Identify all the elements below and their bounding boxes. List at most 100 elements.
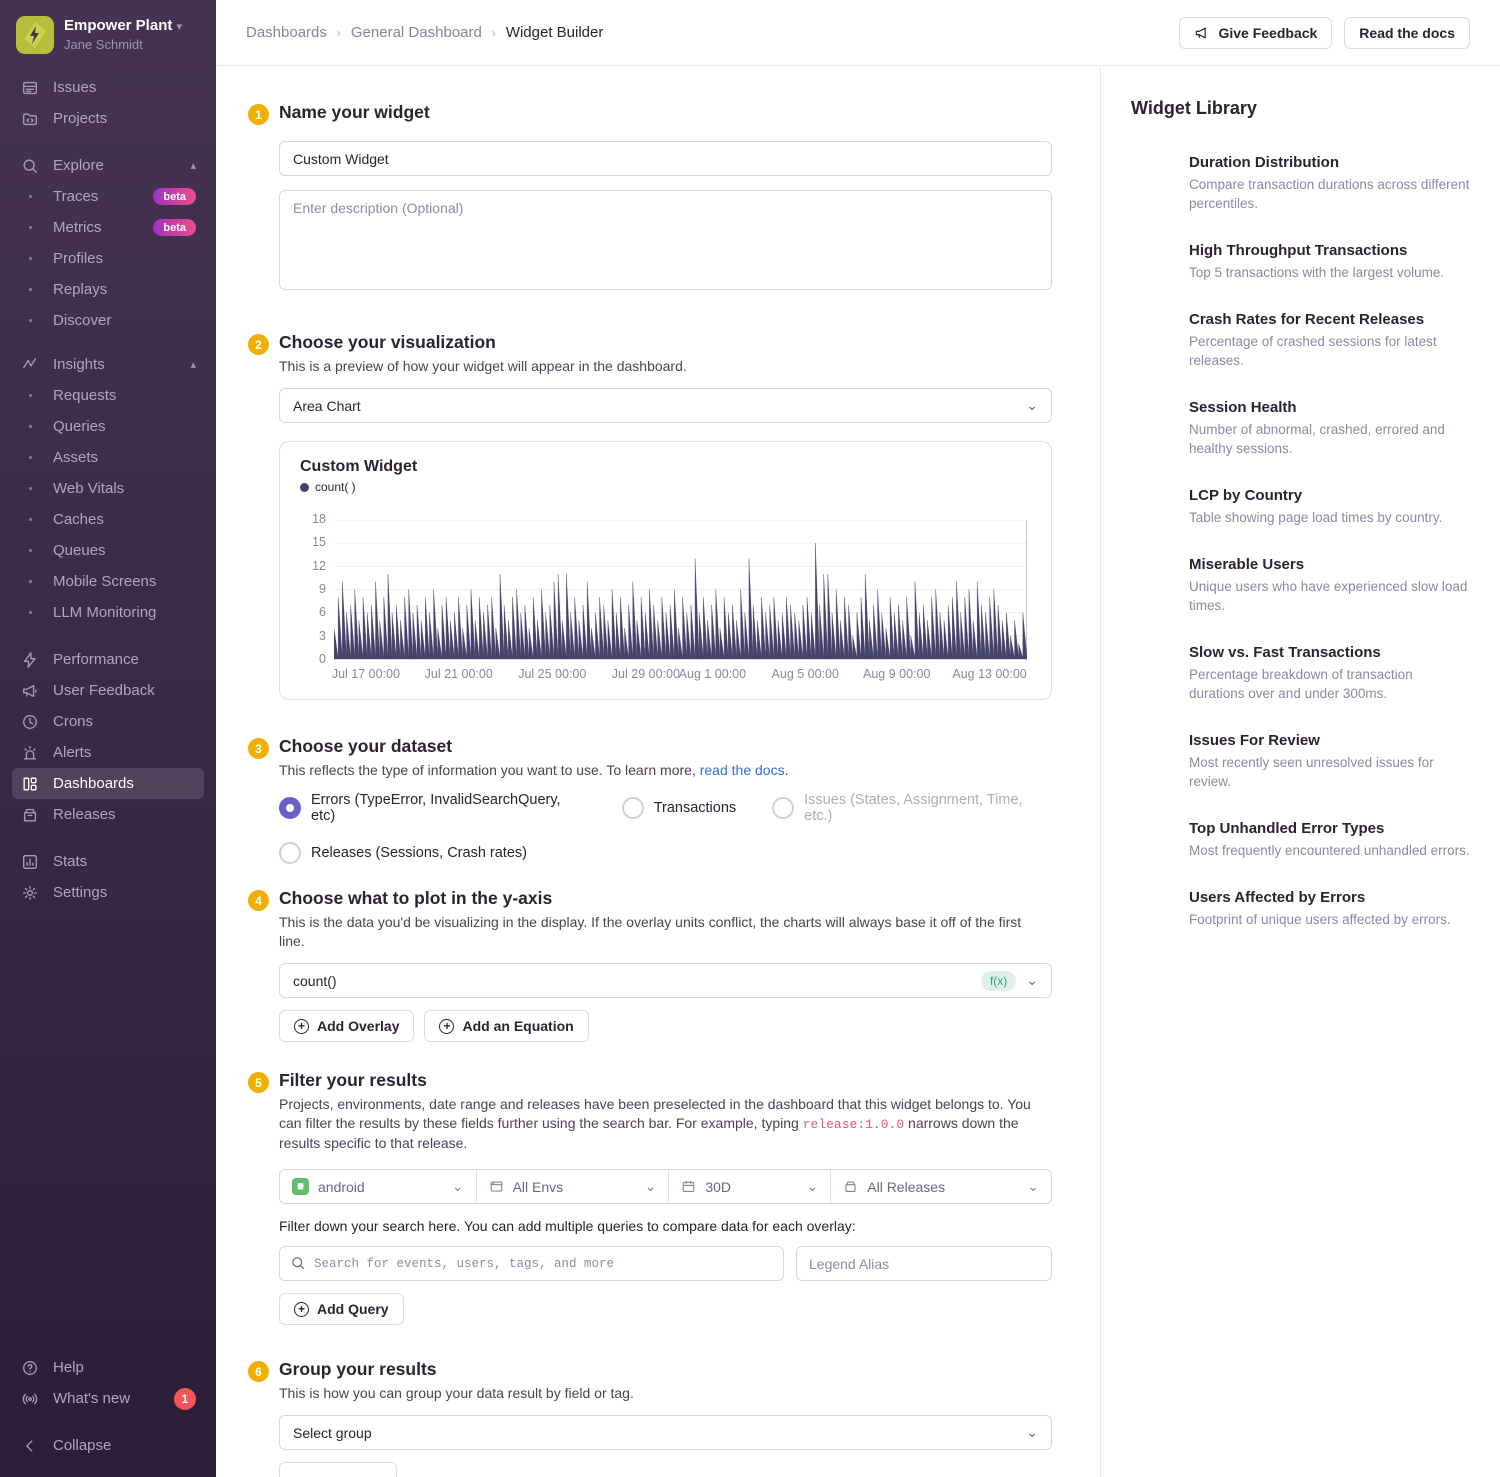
chevron-down-icon: ⌄: [452, 1178, 464, 1195]
sidebar-collapse-button[interactable]: Collapse: [12, 1430, 204, 1461]
read-the-docs-link[interactable]: read the docs: [700, 762, 785, 778]
step-filter-results: 5 Filter your results Projects, environm…: [248, 1070, 1052, 1325]
library-item-issues-for-review[interactable]: Issues For ReviewMost recently seen unre…: [1131, 731, 1470, 791]
sidebar-item-replays[interactable]: Replays: [12, 274, 204, 305]
library-item-users-affected[interactable]: Users Affected by ErrorsFootprint of uni…: [1131, 888, 1470, 929]
environment-filter[interactable]: All Envs ⌄: [477, 1170, 670, 1203]
y-axis-function-select[interactable]: count() f(x) ⌄: [279, 963, 1052, 998]
sidebar-item-queries[interactable]: Queries: [12, 411, 204, 442]
bar-chart-icon: [1131, 643, 1171, 683]
radio-selected[interactable]: [279, 797, 301, 819]
sidebar-item-caches[interactable]: Caches: [12, 504, 204, 535]
step-number-badge: 5: [248, 1072, 269, 1093]
megaphone-icon: [1194, 25, 1210, 41]
step-subtitle: This is a preview of how your widget wil…: [279, 357, 1052, 376]
give-feedback-button[interactable]: Give Feedback: [1179, 17, 1332, 49]
filter-hint-text: Filter down your search here. You can ad…: [279, 1218, 1052, 1234]
step-title: Group your results: [279, 1359, 1052, 1380]
sidebar-item-assets[interactable]: Assets: [12, 442, 204, 473]
read-the-docs-button[interactable]: Read the docs: [1344, 17, 1470, 49]
chevron-down-icon: ⌄: [1027, 1178, 1039, 1195]
gear-icon: [20, 884, 40, 902]
legend-alias-input[interactable]: [796, 1246, 1052, 1281]
sidebar-item-help[interactable]: Help: [12, 1352, 204, 1383]
siren-icon: [20, 744, 40, 762]
visualization-select[interactable]: Area Chart ⌄: [279, 388, 1052, 423]
group-select[interactable]: Select group ⌄: [279, 1415, 1052, 1450]
sidebar-item-mobile-screens[interactable]: Mobile Screens: [12, 566, 204, 597]
search-icon: [290, 1255, 306, 1271]
org-switcher[interactable]: Empower Plant ▾ Jane Schmidt: [12, 14, 204, 72]
sidebar-item-dashboards[interactable]: Dashboards: [12, 768, 204, 799]
legend-dot: [300, 483, 309, 492]
sidebar-item-metrics[interactable]: Metrics beta: [12, 212, 204, 243]
library-item-slow-vs-fast[interactable]: Slow vs. Fast TransactionsPercentage bre…: [1131, 643, 1470, 703]
sidebar-item-llm-monitoring[interactable]: LLM Monitoring: [12, 597, 204, 628]
sidebar-item-traces[interactable]: Traces beta: [12, 181, 204, 212]
line-chart-icon: [1131, 888, 1171, 928]
search-icon: [20, 157, 40, 175]
dataset-option-errors[interactable]: Errors (TypeError, InvalidSearchQuery, e…: [279, 792, 586, 824]
step-group-results: 6 Group your results This is how you can…: [248, 1359, 1052, 1477]
sidebar-item-profiles[interactable]: Profiles: [12, 243, 204, 274]
step-number-badge: 6: [248, 1361, 269, 1382]
radio[interactable]: [622, 797, 644, 819]
sidebar-item-requests[interactable]: Requests: [12, 380, 204, 411]
clock-icon: [20, 713, 40, 731]
library-item-crash-rates[interactable]: Crash Rates for Recent ReleasesPercentag…: [1131, 310, 1470, 370]
chevron-down-icon: ⌄: [1026, 972, 1038, 989]
widget-description-input[interactable]: [279, 190, 1052, 290]
sidebar-item-queues[interactable]: Queues: [12, 535, 204, 566]
widget-name-input[interactable]: [279, 141, 1052, 176]
sidebar-item-crons[interactable]: Crons: [12, 706, 204, 737]
breadcrumb-dashboards[interactable]: Dashboards: [246, 24, 327, 41]
sidebar-item-alerts[interactable]: Alerts: [12, 737, 204, 768]
chevron-down-icon: ⌄: [1026, 397, 1038, 414]
date-range-filter[interactable]: 30D ⌄: [669, 1170, 831, 1203]
add-query-button[interactable]: + Add Query: [279, 1293, 404, 1325]
release-filter[interactable]: All Releases ⌄: [831, 1170, 1051, 1203]
sidebar-item-user-feedback[interactable]: User Feedback: [12, 675, 204, 706]
line-chart-icon: [1131, 310, 1171, 350]
dataset-option-transactions[interactable]: Transactions: [622, 797, 736, 819]
x-axis-labels: Jul 17 00:00Jul 21 00:00Jul 25 00:00Jul …: [334, 667, 1027, 689]
sidebar-item-web-vitals[interactable]: Web Vitals: [12, 473, 204, 504]
step-choose-visualization: 2 Choose your visualization This is a pr…: [248, 332, 1052, 700]
query-search-input[interactable]: [279, 1246, 784, 1281]
sidebar-item-releases[interactable]: Releases: [12, 799, 204, 830]
area-chart-icon: [1131, 819, 1171, 859]
add-group-button[interactable]: [279, 1462, 397, 1477]
area-chart-svg: [334, 520, 1027, 659]
add-overlay-button[interactable]: + Add Overlay: [279, 1010, 414, 1042]
sidebar-item-whats-new[interactable]: What's new 1: [12, 1383, 204, 1414]
step-title: Filter your results: [279, 1070, 1052, 1091]
breadcrumb-general-dashboard[interactable]: General Dashboard: [351, 24, 482, 41]
sidebar-item-discover[interactable]: Discover: [12, 305, 204, 336]
collapse-icon: [20, 1437, 40, 1455]
step-title: Choose your dataset: [279, 736, 1052, 757]
library-item-top-unhandled-errors[interactable]: Top Unhandled Error TypesMost frequently…: [1131, 819, 1470, 860]
library-item-high-throughput[interactable]: High Throughput TransactionsTop 5 transa…: [1131, 241, 1470, 282]
project-filter[interactable]: android ⌄: [280, 1170, 477, 1203]
library-item-session-health[interactable]: Session HealthNumber of abnormal, crashe…: [1131, 398, 1470, 458]
sidebar-item-projects[interactable]: Projects: [12, 103, 204, 134]
sidebar-item-performance[interactable]: Performance: [12, 644, 204, 675]
widget-library-title: Widget Library: [1131, 98, 1470, 119]
radio-disabled: [772, 797, 794, 819]
help-icon: [20, 1359, 40, 1377]
user-name: Jane Schmidt: [64, 37, 182, 52]
window-icon: [489, 1179, 504, 1194]
sidebar-item-issues[interactable]: Issues: [12, 72, 204, 103]
add-equation-button[interactable]: + Add an Equation: [424, 1010, 588, 1042]
radio[interactable]: [279, 842, 301, 864]
chevron-down-icon: ⌄: [645, 1178, 657, 1195]
library-item-miserable-users[interactable]: Miserable UsersUnique users who have exp…: [1131, 555, 1470, 615]
library-item-lcp-by-country[interactable]: LCP by CountryTable showing page load ti…: [1131, 486, 1470, 527]
plus-icon: +: [294, 1019, 309, 1034]
dataset-option-releases[interactable]: Releases (Sessions, Crash rates): [279, 842, 527, 864]
sidebar-item-stats[interactable]: Stats: [12, 846, 204, 877]
sidebar-item-explore[interactable]: Explore ▴: [12, 150, 204, 181]
sidebar-item-settings[interactable]: Settings: [12, 877, 204, 908]
library-item-duration-distribution[interactable]: Duration DistributionCompare transaction…: [1131, 153, 1470, 213]
sidebar-item-insights[interactable]: Insights ▴: [12, 349, 204, 380]
